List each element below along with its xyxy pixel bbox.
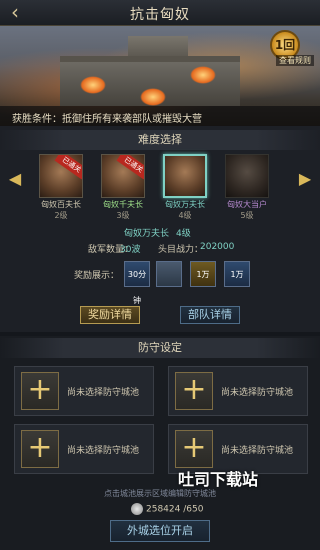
boss-card[interactable]: 匈奴大当户 5级 (224, 154, 270, 220)
boss-level: 3级 (116, 211, 130, 220)
fire-icon (140, 88, 166, 106)
boss-level: 4级 (178, 211, 192, 220)
add-icon: + (175, 372, 213, 410)
boss-level: 5级 (240, 211, 254, 220)
add-icon: + (21, 372, 59, 410)
boss-portrait (163, 154, 207, 198)
boss-portrait: 已通关 (39, 154, 83, 198)
boss-card[interactable]: 匈奴万夫长 4级 (162, 154, 208, 220)
reward-label: 奖励展示： (74, 271, 120, 281)
title-bar: ‹ 抗击匈奴 (0, 0, 320, 26)
currency-display: 258424 /650 (131, 503, 203, 515)
currency-value: 258424 (146, 504, 181, 515)
defense-hint: 点击城池展示区域编辑防守城池 (104, 489, 216, 498)
boss-card[interactable]: 已通关 匈奴千夫长 3级 (100, 154, 146, 220)
scroll-reward-icon[interactable] (156, 261, 182, 287)
boss-level: 2级 (54, 211, 68, 220)
cleared-badge: 已通关 (116, 155, 144, 180)
defense-slot-label: 尚未选择防守城池 (67, 446, 140, 456)
defense-title: 防守设定 (0, 338, 320, 358)
troop-detail-button[interactable]: 部队详情 (180, 306, 240, 324)
rules-label: 查看规则 (276, 55, 314, 66)
leader-power-label: 头目战力： (158, 245, 204, 255)
defense-slot-label: 尚未选择防守城池 (221, 446, 294, 456)
resource-reward-icon[interactable]: 1万 (224, 261, 250, 287)
selected-boss-name: 匈奴万夫长 (124, 229, 170, 239)
page-title: 抗击匈奴 (130, 7, 190, 23)
currency-max: /650 (183, 504, 204, 515)
boss-portrait: 已通关 (101, 154, 145, 198)
boss-name: 匈奴大当户 (227, 200, 267, 209)
defense-slot-label: 尚未选择防守城池 (67, 388, 140, 398)
next-arrow-icon[interactable]: ▶ (298, 170, 312, 188)
gold-reward-icon[interactable]: 1万 (190, 261, 216, 287)
defense-slot[interactable]: + 尚未选择防守城池 (14, 424, 154, 474)
selected-boss-level: 4级 (176, 229, 191, 239)
add-icon: + (21, 430, 59, 468)
leader-power-value: 202000 (200, 242, 235, 252)
boss-name: 匈奴千夫长 (103, 200, 143, 209)
rules-button[interactable]: 1回 查看规则 (258, 30, 314, 66)
boss-portrait (225, 154, 269, 198)
difficulty-title: 难度选择 (0, 130, 320, 150)
defense-slot[interactable]: + 尚未选择防守城池 (14, 366, 154, 416)
watermark: 吐司下载站 (178, 470, 259, 489)
silver-coin-icon (131, 503, 143, 515)
cleared-badge: 已通关 (54, 155, 82, 180)
reward-detail-button[interactable]: 奖励详情 (80, 306, 140, 324)
start-button[interactable]: 外城选位开启 (110, 520, 210, 542)
defense-slot-label: 尚未选择防守城池 (221, 388, 294, 398)
defense-slot[interactable]: + 尚未选择防守城池 (168, 366, 308, 416)
enemy-count-value: 30波 (120, 245, 141, 255)
prev-arrow-icon[interactable]: ◀ (8, 170, 22, 188)
add-icon: + (175, 430, 213, 468)
win-condition: 获胜条件：抵御住所有来袭部队或摧毁大营 (0, 106, 320, 126)
boss-name: 匈奴万夫长 (165, 200, 205, 209)
speedup-reward-icon[interactable]: 30分钟 (124, 261, 150, 305)
boss-name: 匈奴百夫长 (41, 200, 81, 209)
fire-icon (190, 66, 216, 84)
boss-card[interactable]: 已通关 匈奴百夫长 2级 (38, 154, 84, 220)
fire-icon (80, 76, 106, 94)
